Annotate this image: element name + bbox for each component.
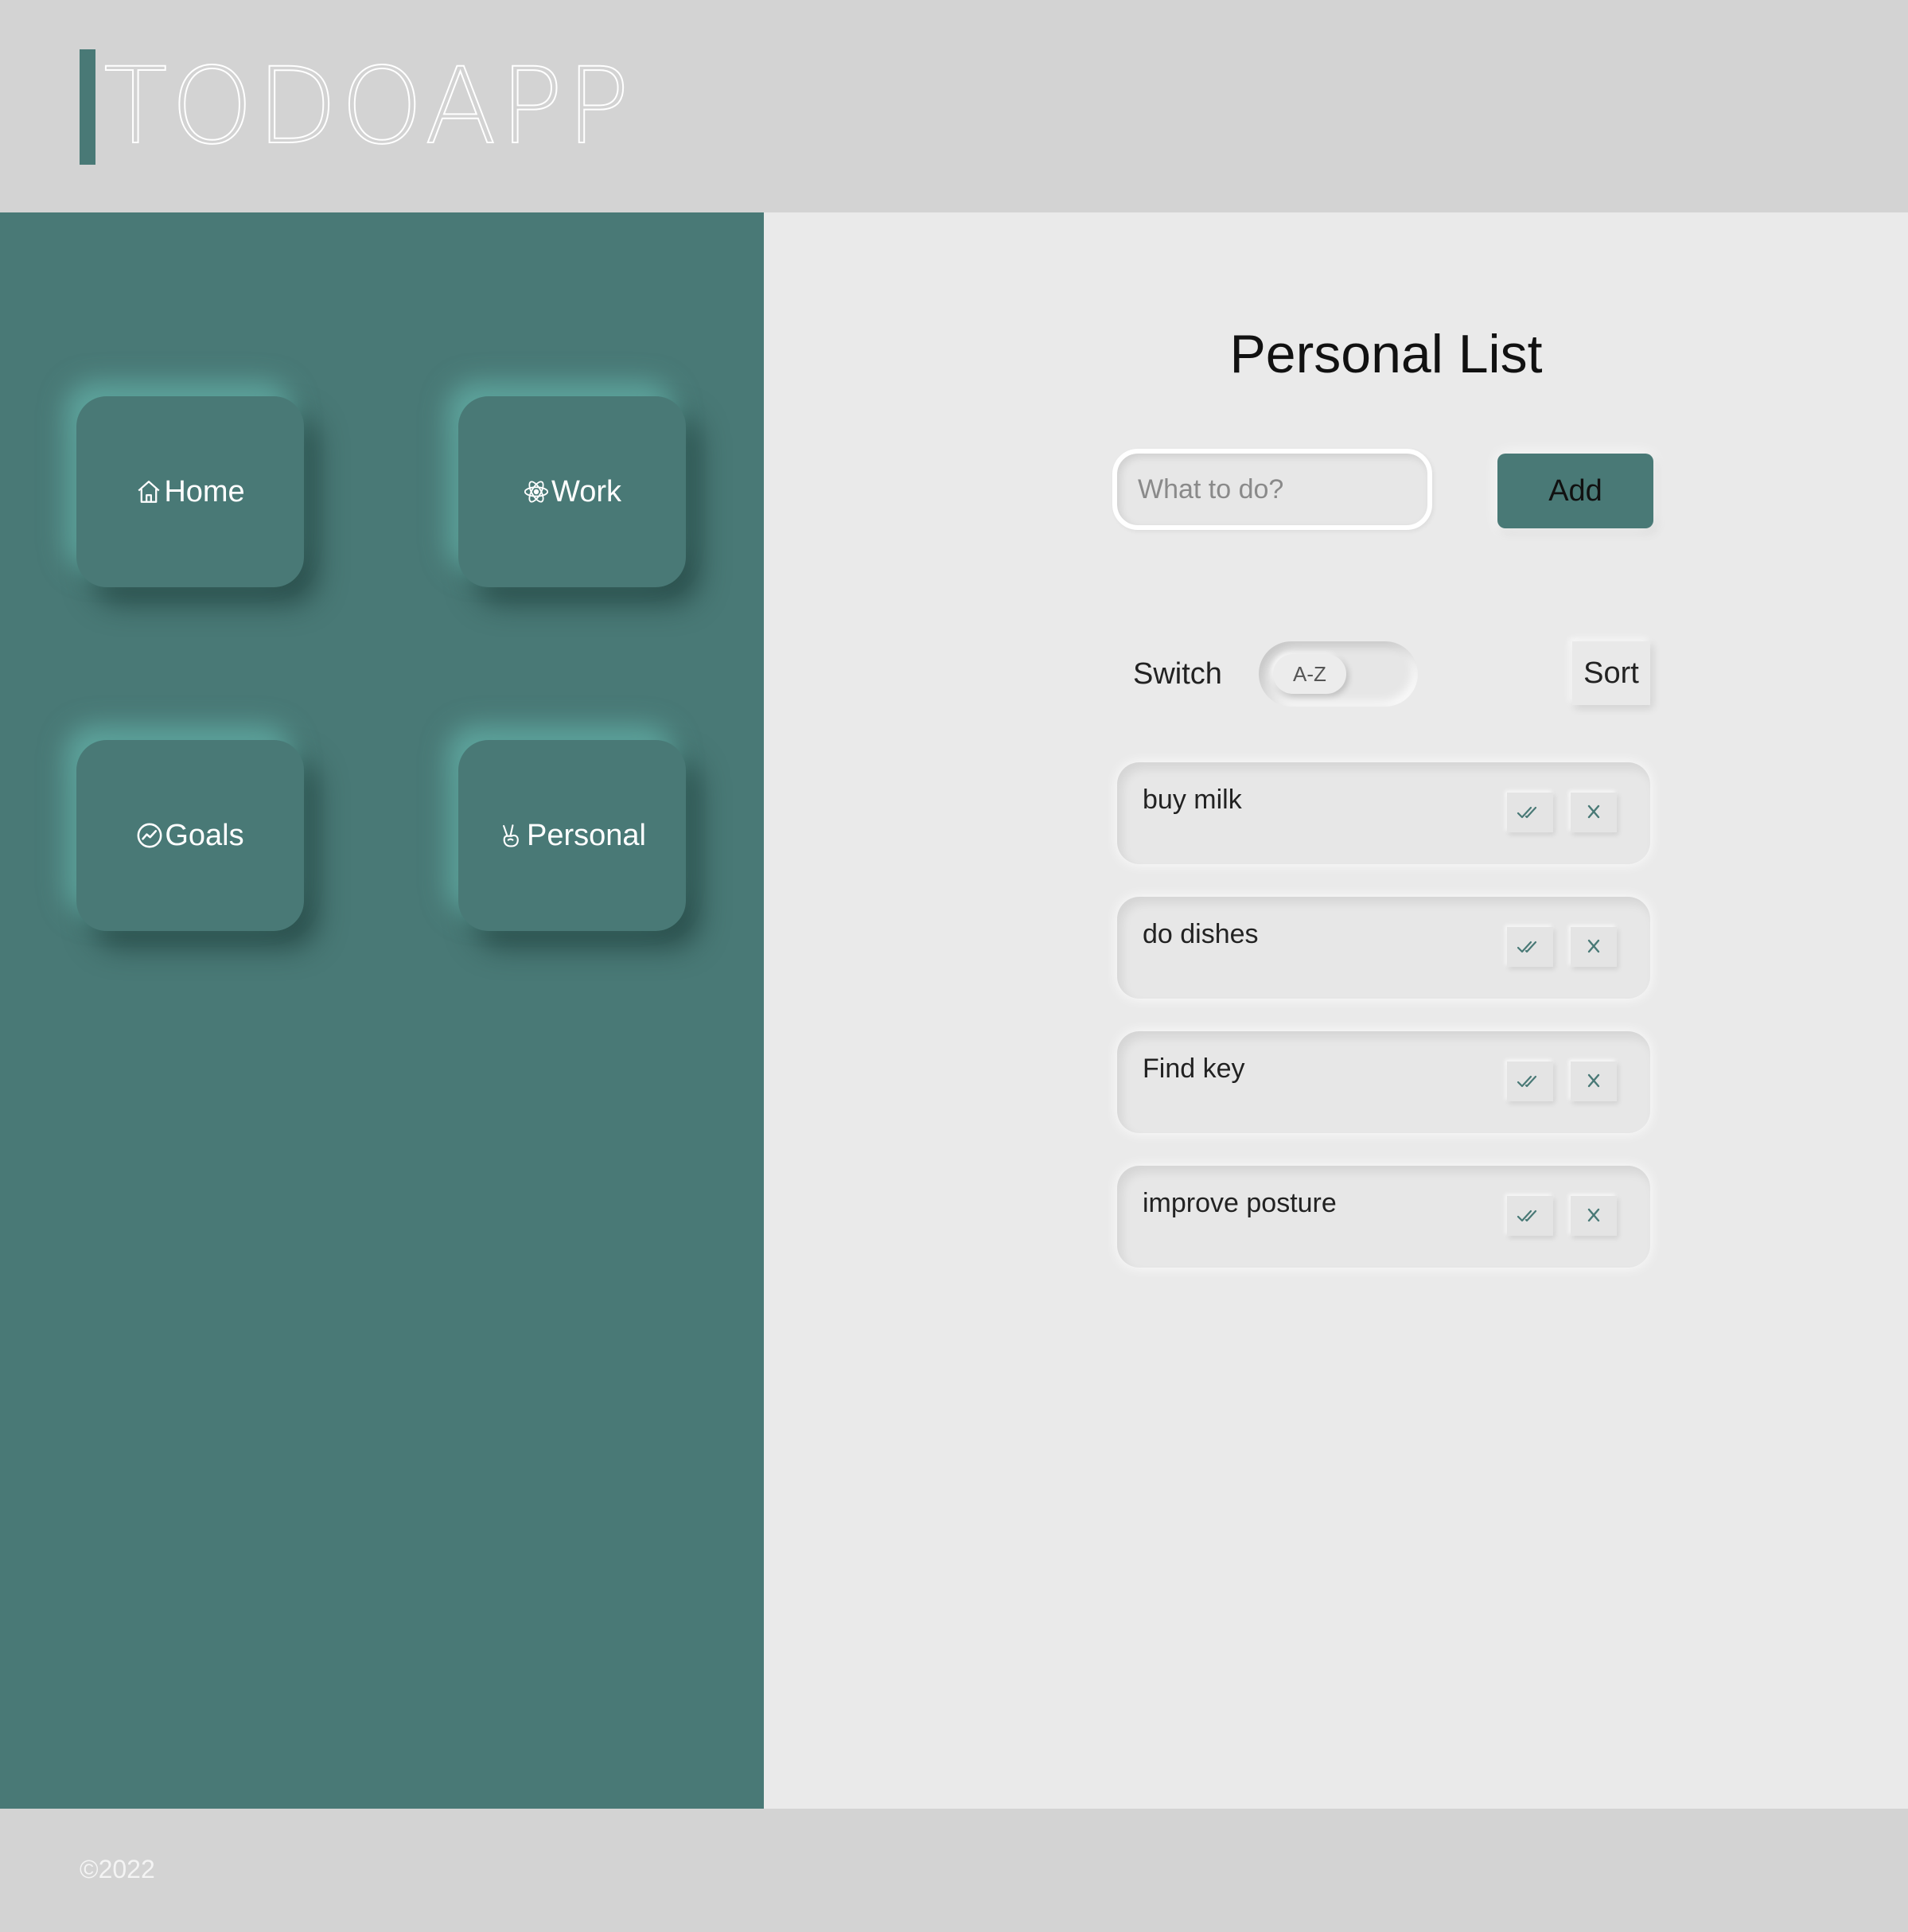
header: TODOAPP [0, 0, 1908, 212]
complete-button[interactable] [1507, 1061, 1553, 1101]
close-icon [1587, 1208, 1600, 1222]
peace-hand-icon [498, 822, 525, 849]
sort-button[interactable]: Sort [1572, 641, 1650, 705]
page-title: Personal List [1229, 324, 1543, 384]
add-button[interactable]: Add [1497, 454, 1653, 528]
switch-label: Switch [1133, 657, 1222, 691]
complete-button[interactable] [1507, 1196, 1553, 1236]
sidebar-item-label: Personal [527, 818, 646, 852]
sidebar-item-personal[interactable]: Personal [458, 740, 686, 931]
footer: ©2022 [0, 1809, 1908, 1932]
double-check-icon [1517, 1209, 1537, 1222]
todo-item: do dishes [1117, 897, 1650, 999]
sidebar-item-label: Work [551, 474, 621, 508]
todo-text: improve posture [1143, 1188, 1337, 1218]
todo-item: improve posture [1117, 1166, 1650, 1268]
sidebar: Home Work Goals Personal [0, 212, 764, 1809]
todo-item: Find key [1117, 1031, 1650, 1133]
todo-text: Find key [1143, 1054, 1245, 1084]
delete-button[interactable] [1571, 1196, 1617, 1236]
atom-icon [523, 478, 550, 505]
complete-button[interactable] [1507, 793, 1553, 832]
sidebar-item-home[interactable]: Home [76, 396, 304, 587]
app-logo: TODOAPP [103, 45, 633, 168]
double-check-icon [1517, 941, 1537, 953]
copyright-text: ©2022 [80, 1855, 155, 1883]
sidebar-item-label: Goals [165, 818, 244, 852]
logo-bar [80, 49, 95, 165]
sidebar-item-goals[interactable]: Goals [76, 740, 304, 931]
chart-circle-icon [136, 822, 163, 849]
toggle-knob: A-Z [1273, 654, 1346, 694]
delete-button[interactable] [1571, 793, 1617, 832]
close-icon [1587, 804, 1600, 819]
todo-item: buy milk [1117, 762, 1650, 864]
complete-button[interactable] [1507, 927, 1553, 967]
sidebar-item-work[interactable]: Work [458, 396, 686, 587]
delete-button[interactable] [1571, 927, 1617, 967]
sidebar-item-label: Home [164, 474, 245, 508]
todo-text: do dishes [1143, 919, 1259, 949]
todo-text: buy milk [1143, 785, 1242, 815]
double-check-icon [1517, 806, 1537, 819]
close-icon [1587, 939, 1600, 953]
delete-button[interactable] [1571, 1061, 1617, 1101]
todo-input[interactable] [1112, 449, 1432, 530]
home-icon [135, 478, 162, 505]
sort-order-toggle[interactable]: A-Z [1259, 641, 1418, 707]
double-check-icon [1517, 1075, 1537, 1088]
close-icon [1587, 1073, 1600, 1088]
